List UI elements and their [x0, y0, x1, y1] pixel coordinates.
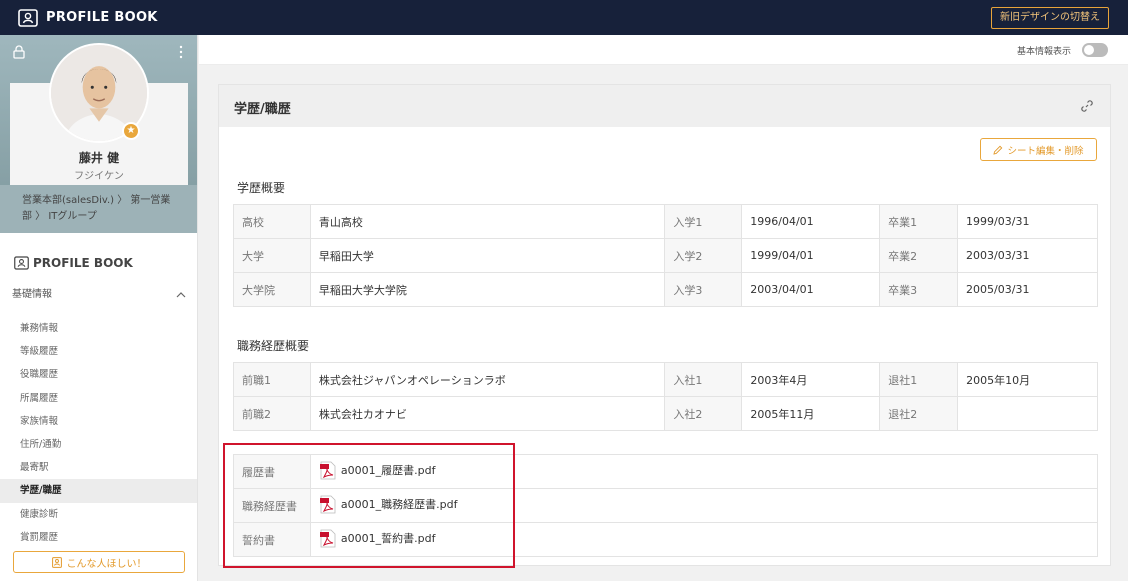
brand-name: PROFILE BOOK	[46, 10, 158, 25]
graduate-date: 2005/03/31	[957, 272, 1098, 307]
graduate-label: 卒業3	[879, 272, 959, 307]
graduate-label: 卒業2	[879, 238, 959, 273]
edit-sheet-button[interactable]: シート編集・削除	[980, 138, 1097, 161]
profile-book-icon	[14, 256, 29, 270]
pencil-icon	[993, 145, 1003, 155]
career-type: 前職1	[233, 362, 311, 397]
sidebar-item[interactable]: 住所/通勤	[0, 433, 197, 456]
enroll-date: 2003/04/01	[741, 272, 881, 307]
company-name: 株式会社カオナビ	[309, 396, 666, 431]
join-date: 2005年11月	[741, 396, 881, 431]
sidebar-item[interactable]: 最寄駅	[0, 456, 197, 479]
sidebar-item[interactable]: 賞罰履歴	[0, 526, 197, 549]
sidebar-item[interactable]: 家族情報	[0, 410, 197, 433]
career-table: 前職1 株式会社ジャパンオペレーションラボ 入社1 2003年4月 退社1 2005年10…	[233, 362, 1098, 431]
sidebar-item[interactable]: 健康診断	[0, 503, 197, 526]
career-type: 前職2	[233, 396, 311, 431]
section-basic-info[interactable]: 基礎情報	[0, 285, 197, 305]
section-label: 基礎情報	[12, 289, 52, 300]
table-row: 大学 早稲田大学 入学2 1999/04/01 卒業2 2003/03/31	[233, 238, 1098, 273]
chevron-up-icon	[176, 292, 186, 298]
education-table: 高校 青山高校 入学1 1996/04/01 卒業1 1999/03/31 大学 早稲田大学入…	[233, 204, 1098, 307]
toggle-label: 基本情報表示	[1016, 47, 1071, 57]
graduate-label: 卒業1	[879, 204, 959, 239]
profile-card-icon	[51, 556, 62, 568]
leave-label: 退社1	[879, 362, 959, 397]
graduate-date: 1999/03/31	[957, 204, 1098, 239]
table-row: 大学院 早稲田大学大学院 入学3 2003/04/01 卒業3 2005/03/31	[233, 272, 1098, 307]
enroll-label: 入学1	[664, 204, 743, 239]
enroll-date: 1999/04/01	[741, 238, 881, 273]
more-vertical-icon[interactable]	[179, 45, 183, 59]
education-heading: 学歴概要	[237, 181, 286, 195]
edit-sheet-label: シート編集・削除	[1007, 145, 1084, 157]
sidebar-brand-name: PROFILE BOOK	[33, 256, 133, 270]
education-type: 大学	[233, 238, 311, 273]
school-name: 早稲田大学大学院	[309, 272, 666, 307]
sidebar: ★ 藤井 健 フジイケン 営業本部(salesDiv.) 〉 第一営業 部 〉 …	[0, 35, 198, 581]
brand-logo[interactable]: PROFILE BOOK	[18, 8, 158, 27]
sidebar-item[interactable]: 兼務情報	[0, 317, 197, 340]
sidebar-item[interactable]: 所属履歴	[0, 387, 197, 410]
leave-date	[957, 396, 1098, 431]
school-name: 青山高校	[309, 204, 666, 239]
profile-book-icon	[18, 8, 38, 27]
company-name: 株式会社ジャパンオペレーションラボ	[309, 362, 666, 397]
department-path[interactable]: 営業本部(salesDiv.) 〉 第一営業 部 〉 ITグループ	[0, 185, 197, 233]
top-bar: PROFILE BOOK 新旧デザインの切替え	[0, 0, 1128, 35]
education-type: 大学院	[233, 272, 311, 307]
leave-date: 2005年10月	[957, 362, 1098, 397]
switch-design-button[interactable]: 新旧デザインの切替え	[991, 7, 1109, 29]
card-header: 学歴/職歴	[219, 85, 1110, 127]
table-row: 前職1 株式会社ジャパンオペレーションラボ 入社1 2003年4月 退社1 2005年10…	[233, 362, 1098, 397]
profile-panel: ★ 藤井 健 フジイケン 営業本部(salesDiv.) 〉 第一営業 部 〉 …	[0, 35, 197, 233]
table-row: 前職2 株式会社カオナビ 入社2 2005年11月 退社2	[233, 396, 1098, 431]
department-line-2: 部 〉 ITグループ	[22, 211, 97, 222]
department-line-1: 営業本部(salesDiv.) 〉 第一営業	[22, 195, 171, 206]
main-toolbar: 基本情報表示	[199, 35, 1128, 65]
enroll-date: 1996/04/01	[741, 204, 881, 239]
highlight-box	[223, 443, 515, 568]
leave-label: 退社2	[879, 396, 959, 431]
sidebar-item[interactable]: 学歴/職歴	[0, 479, 197, 503]
table-row: 高校 青山高校 入学1 1996/04/01 卒業1 1999/03/31	[233, 204, 1098, 239]
wish-button-label: こんな人ほしい！	[66, 558, 147, 570]
career-heading: 職務経歴概要	[237, 339, 310, 353]
school-name: 早稲田大学	[309, 238, 666, 273]
join-date: 2003年4月	[741, 362, 881, 397]
join-label: 入社1	[664, 362, 743, 397]
profile-kana: フジイケン	[74, 171, 124, 182]
enroll-label: 入学3	[664, 272, 743, 307]
sidebar-item[interactable]: 等級履歴	[0, 340, 197, 363]
graduate-date: 2003/03/31	[957, 238, 1098, 273]
link-icon[interactable]	[1080, 99, 1094, 113]
enroll-label: 入学2	[664, 238, 743, 273]
lock-icon[interactable]	[13, 45, 25, 59]
wish-button[interactable]: こんな人ほしい！	[13, 551, 185, 573]
sidebar-nav: 兼務情報 等級履歴 役職履歴 所属履歴 家族情報 住所/通勤 最寄駅 学歴/職歴 健康診断 賞罰履…	[0, 317, 197, 549]
join-label: 入社2	[664, 396, 743, 431]
profile-name: 藤井 健	[78, 151, 120, 165]
card-title: 学歴/職歴	[234, 102, 291, 117]
sidebar-item[interactable]: 役職履歴	[0, 363, 197, 386]
education-type: 高校	[233, 204, 311, 239]
star-badge-icon: ★	[122, 122, 140, 140]
basic-info-toggle[interactable]	[1082, 43, 1108, 57]
sidebar-brand: PROFILE BOOK	[14, 256, 133, 270]
